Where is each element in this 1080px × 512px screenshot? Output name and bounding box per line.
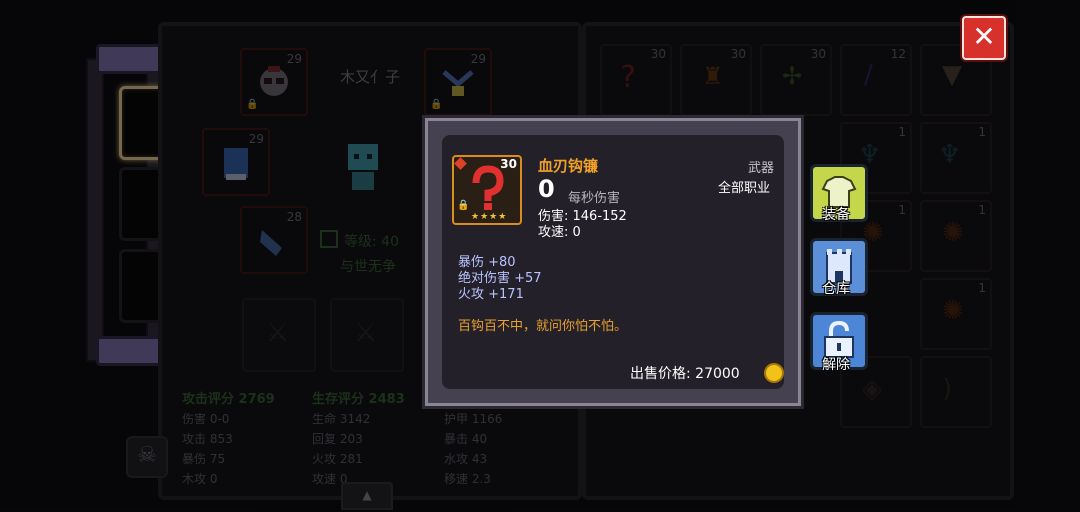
equip-level: 29 <box>286 52 302 66</box>
item-type: 武器 <box>748 161 775 176</box>
drill-icon: ▼ <box>942 60 962 90</box>
claw-icon: ♆ <box>938 140 962 170</box>
diamond-icon: ◈ <box>862 374 882 404</box>
bow-icon: ) <box>942 374 953 404</box>
unlock-label: 解除 <box>822 357 850 373</box>
weapon-slot-1[interactable]: ⚔ <box>242 298 316 372</box>
item-level: 1 <box>898 203 906 217</box>
stat-crit-damage: 暴伤 75 <box>182 452 226 466</box>
inventory-item[interactable]: 30 ♜ <box>680 44 752 116</box>
item-level: 30 <box>810 47 826 61</box>
inventory-item[interactable]: 30? <box>600 44 672 116</box>
item-flavor-text: 百钩百不中，就问你怕不怕。 <box>458 319 628 334</box>
character-title: 与世无争 <box>340 259 396 275</box>
storage-label: 仓库 <box>822 281 850 297</box>
flower-icon: ✺ <box>942 218 964 248</box>
item-level: 1 <box>898 125 906 139</box>
dps-value: 0 <box>538 175 555 203</box>
item-level: 1 <box>978 125 986 139</box>
item-icon-frame: 30 🔒 ★★★★ <box>452 155 522 225</box>
hook-icon: ? <box>620 60 636 95</box>
stat-water-attack: 水攻 43 <box>444 452 488 466</box>
item-level: 30 <box>650 47 666 61</box>
inventory-item[interactable]: ) <box>920 356 992 428</box>
level-row: 等级: 40 <box>320 230 399 251</box>
lock-icon: 🔒 <box>457 200 470 211</box>
class-requirement: 全部职业 <box>718 181 771 196</box>
equip-slot-helmet[interactable]: 29 🔒 <box>240 48 308 116</box>
vine-icon: ✢ <box>782 62 803 90</box>
equip-slot-armor[interactable]: 29 <box>202 128 270 196</box>
equip-slot-amulet[interactable]: 29 🔒 <box>424 48 492 116</box>
inventory-item[interactable]: 1 ✺ <box>920 278 992 350</box>
scroll-cap-top <box>96 44 166 74</box>
skull-icon: ☠ <box>137 443 157 468</box>
storage-button[interactable]: 仓库 <box>810 238 870 300</box>
inventory-item[interactable]: 1 ♆ <box>920 122 992 194</box>
item-stars: ★★★★ <box>471 212 508 222</box>
inventory-item[interactable]: 30 ✢ <box>760 44 832 116</box>
sell-price: 出售价格: 27000 <box>630 366 740 382</box>
stat-regen: 回复 203 <box>312 432 363 446</box>
stat-attack: 攻击 853 <box>182 432 233 446</box>
equip-label: 装备 <box>822 207 850 223</box>
inventory-item[interactable]: 1 ✺ <box>920 200 992 272</box>
equip-level: 29 <box>470 52 486 66</box>
tooltip-body: 30 🔒 ★★★★ 血刃钩镰 武器 全部职业 0 每秒伤害 伤害: 146-15… <box>442 135 784 389</box>
unlock-button[interactable]: 解除 <box>810 312 870 374</box>
item-level: 12 <box>890 47 906 61</box>
scroll-rod <box>86 58 104 362</box>
attack-score: 攻击评分 2769 <box>182 392 275 407</box>
item-level: 1 <box>978 203 986 217</box>
equip-slot-boots[interactable]: 28 <box>240 206 308 274</box>
stat-hp: 生命 3142 <box>312 412 371 426</box>
stat-armor: 护甲 1166 <box>444 412 503 426</box>
stat-move-speed: 移速 2.3 <box>444 472 491 486</box>
lock-icon: 🔒 <box>246 99 259 110</box>
equip-level: 28 <box>286 210 302 224</box>
weapon-slot-2[interactable]: ⚔ <box>330 298 404 372</box>
survival-score: 生存评分 2483 <box>312 392 405 407</box>
item-tooltip: 30 🔒 ★★★★ 血刃钩镰 武器 全部职业 0 每秒伤害 伤害: 146-15… <box>425 118 801 406</box>
item-level: 30 <box>730 47 746 61</box>
item-name: 血刃钩镰 <box>538 157 599 175</box>
attack-speed: 攻速: 0 <box>538 225 581 240</box>
character-name: 木又亻子 <box>340 68 401 86</box>
dagger-icon: / <box>864 60 873 90</box>
level-icon <box>320 230 338 248</box>
dps-label: 每秒伤害 <box>568 191 621 206</box>
inventory-item[interactable]: 12 / <box>840 44 912 116</box>
scroll-cap-bottom <box>96 336 166 366</box>
sword-placeholder-icon: ⚔ <box>266 318 290 348</box>
character-sprite-icon <box>348 144 378 190</box>
equip-level: 29 <box>248 132 264 146</box>
armor-item-icon: ♜ <box>702 62 724 90</box>
close-icon: ✕ <box>972 20 996 53</box>
stat-fire-attack: 火攻 281 <box>312 452 363 466</box>
flower-icon: ✺ <box>942 296 964 326</box>
item-level: 1 <box>978 281 986 295</box>
bonus-fire-attack: 火攻 +171 <box>458 287 524 302</box>
stat-damage: 伤害 0-0 <box>182 412 230 426</box>
close-button[interactable]: ✕ <box>962 16 1006 60</box>
lock-icon: 🔒 <box>430 99 443 110</box>
chevron-up-icon: ▲ <box>362 488 372 502</box>
stat-wood-attack: 木攻 0 <box>182 472 218 486</box>
expand-tab[interactable]: ▲ <box>341 482 393 510</box>
sword-placeholder-icon: ⚔ <box>354 318 378 348</box>
character-level: 等级: 40 <box>344 234 399 250</box>
gold-coin-icon <box>764 363 784 383</box>
stat-crit: 暴击 40 <box>444 432 488 446</box>
character-avatar <box>338 138 388 196</box>
skull-button[interactable]: ☠ <box>126 436 168 478</box>
equip-button[interactable]: 装备 <box>810 164 870 226</box>
